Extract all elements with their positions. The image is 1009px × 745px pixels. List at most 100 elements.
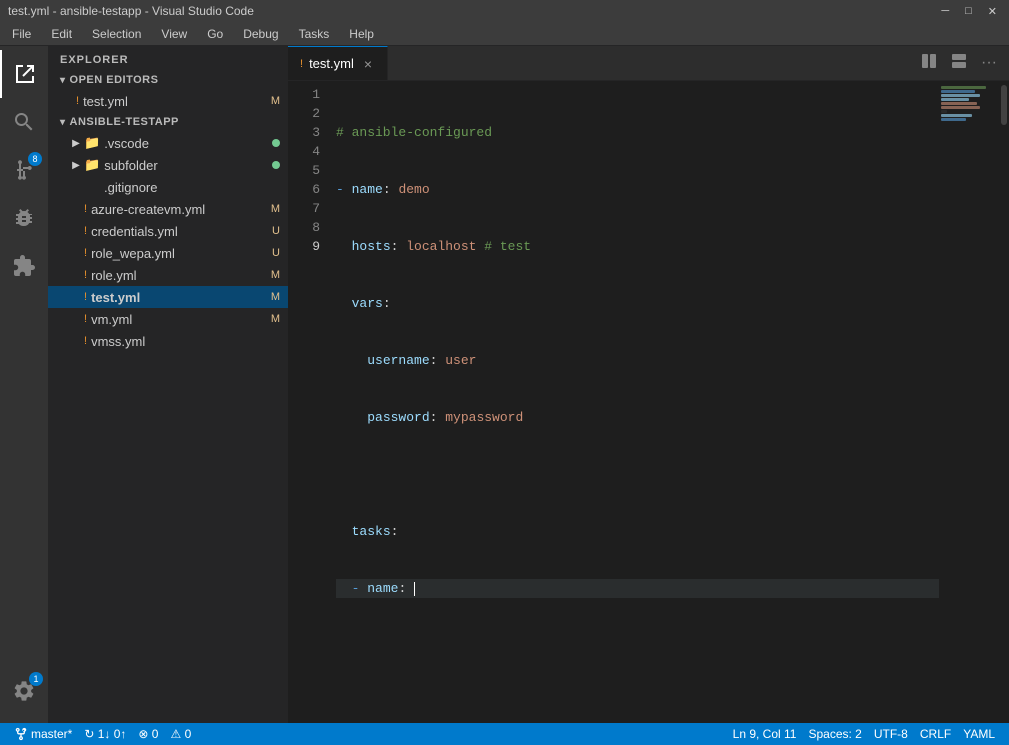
test-yaml-icon: ! xyxy=(84,291,87,303)
gitignore-name: .gitignore xyxy=(104,180,272,195)
azure-yaml-icon: ! xyxy=(84,203,87,215)
debug-activity-icon[interactable] xyxy=(0,194,48,242)
spaces-label: Spaces: 2 xyxy=(808,727,861,741)
source-control-badge: 8 xyxy=(28,152,42,166)
title-bar-title: test.yml - ansible-testapp - Visual Stud… xyxy=(8,4,254,18)
line-ending-status[interactable]: CRLF xyxy=(914,727,957,741)
status-bar: master* ↻ 1↓ 0↑ ⊗ 0 ⚠ 0 Ln 9, Col 11 Spa… xyxy=(0,723,1009,745)
sidebar: Explorer ▾ Open Editors ! test.yml M ▾ A… xyxy=(48,46,288,723)
scrollbar-thumb[interactable] xyxy=(1001,85,1007,125)
editor-layout-button[interactable] xyxy=(947,49,971,78)
extensions-activity-icon[interactable] xyxy=(0,242,48,290)
menu-help[interactable]: Help xyxy=(341,25,382,43)
settings-activity-icon[interactable]: 1 xyxy=(0,667,48,715)
project-label: Ansible-Testapp xyxy=(70,116,179,128)
vmss-file-name: vmss.yml xyxy=(91,334,274,349)
open-editors-section: ▾ Open Editors ! test.yml M xyxy=(48,70,288,112)
line-ending-label: CRLF xyxy=(920,727,951,741)
subfolder-name: subfolder xyxy=(104,158,272,173)
open-editors-title[interactable]: ▾ Open Editors xyxy=(48,70,288,90)
menu-go[interactable]: Go xyxy=(199,25,231,43)
scrollbar[interactable] xyxy=(999,81,1009,723)
spaces-status[interactable]: Spaces: 2 xyxy=(802,727,867,741)
editor[interactable]: 1 2 3 4 5 6 7 8 9 # ansible-configured -… xyxy=(288,81,1009,723)
credentials-yaml-icon: ! xyxy=(84,225,87,237)
tab-bar: ! test.yml × ··· xyxy=(288,46,1009,81)
branch-status[interactable]: master* xyxy=(8,723,78,745)
encoding-status[interactable]: UTF-8 xyxy=(868,727,914,741)
tab-filename: test.yml xyxy=(309,56,354,71)
ln-col-label: Ln 9, Col 11 xyxy=(733,727,797,741)
folder-icon: 📁 xyxy=(84,135,100,151)
code-line-8: tasks: xyxy=(336,522,939,541)
language-label: YAML xyxy=(963,727,995,741)
project-title[interactable]: ▾ Ansible-Testapp xyxy=(48,112,288,132)
mini-line-6 xyxy=(941,106,980,109)
menu-view[interactable]: View xyxy=(153,25,195,43)
project-section: ▾ Ansible-Testapp ▶ 📁 .vscode ▶ 📁 subfol… xyxy=(48,112,288,352)
mini-line-8 xyxy=(941,114,972,117)
ln-col-status[interactable]: Ln 9, Col 11 xyxy=(727,727,803,741)
mini-line-3 xyxy=(941,94,980,97)
code-line-7 xyxy=(336,465,939,484)
code-line-2: - name: demo xyxy=(336,180,939,199)
split-editor-button[interactable] xyxy=(917,49,941,78)
sync-status[interactable]: ↻ 1↓ 0↑ xyxy=(78,723,132,745)
role-file-name: role.yml xyxy=(91,268,271,283)
editor-area: ! test.yml × ··· 1 2 3 4 5 xyxy=(288,46,1009,723)
vm-badge: M xyxy=(271,313,280,325)
test-file[interactable]: ! test.yml M xyxy=(48,286,288,308)
code-line-5: username: user xyxy=(336,351,939,370)
menu-tasks[interactable]: Tasks xyxy=(291,25,338,43)
menu-bar: File Edit Selection View Go Debug Tasks … xyxy=(0,22,1009,46)
maximize-button[interactable]: □ xyxy=(961,5,976,18)
role-file[interactable]: ! role.yml M xyxy=(48,264,288,286)
mini-line-5 xyxy=(941,102,977,105)
vmss-file[interactable]: ! vmss.yml _ xyxy=(48,330,288,352)
menu-edit[interactable]: Edit xyxy=(43,25,80,43)
code-line-3: hosts: localhost # test xyxy=(336,237,939,256)
tab-test-yml[interactable]: ! test.yml × xyxy=(288,46,388,80)
open-editors-arrow: ▾ xyxy=(60,75,66,86)
status-right: Ln 9, Col 11 Spaces: 2 UTF-8 CRLF YAML xyxy=(727,727,1001,741)
gitignore-file[interactable]: .gitignore xyxy=(48,176,288,198)
more-actions-button[interactable]: ··· xyxy=(977,50,1001,76)
project-arrow: ▾ xyxy=(60,117,66,128)
yaml-file-icon: ! xyxy=(76,95,79,107)
vscode-folder[interactable]: ▶ 📁 .vscode xyxy=(48,132,288,154)
code-line-6: password: mypassword xyxy=(336,408,939,427)
search-activity-icon[interactable] xyxy=(0,98,48,146)
tab-close-button[interactable]: × xyxy=(364,56,372,72)
vscode-dot xyxy=(272,139,280,147)
sync-label: ↻ 1↓ 0↑ xyxy=(84,727,126,741)
errors-status[interactable]: ⊗ 0 xyxy=(132,723,164,745)
vm-file-name: vm.yml xyxy=(91,312,271,327)
explorer-activity-icon[interactable] xyxy=(0,50,48,98)
role-wepa-yaml-icon: ! xyxy=(84,247,87,259)
source-control-activity-icon[interactable]: 8 xyxy=(0,146,48,194)
role-wepa-file[interactable]: ! role_wepa.yml U xyxy=(48,242,288,264)
subfolder-folder[interactable]: ▶ 📁 subfolder xyxy=(48,154,288,176)
mini-line-7 xyxy=(941,110,947,113)
warnings-status[interactable]: ⚠ 0 xyxy=(164,723,197,745)
vm-file[interactable]: ! vm.yml M xyxy=(48,308,288,330)
branch-name: master* xyxy=(31,727,72,741)
subfolder-arrow: ▶ xyxy=(68,160,84,171)
code-area[interactable]: # ansible-configured - name: demo hosts:… xyxy=(328,81,939,723)
mini-line-4 xyxy=(941,98,969,101)
credentials-file[interactable]: ! credentials.yml U xyxy=(48,220,288,242)
menu-debug[interactable]: Debug xyxy=(235,25,286,43)
menu-selection[interactable]: Selection xyxy=(84,25,149,43)
code-line-4: vars: xyxy=(336,294,939,313)
encoding-label: UTF-8 xyxy=(874,727,908,741)
activity-bottom: 1 xyxy=(0,667,48,723)
close-button[interactable]: ✕ xyxy=(984,5,1001,18)
minimize-button[interactable]: ─ xyxy=(937,5,953,18)
tab-actions: ··· xyxy=(917,46,1009,80)
open-editor-test-yml[interactable]: ! test.yml M xyxy=(48,90,288,112)
language-status[interactable]: YAML xyxy=(957,727,1001,741)
subfolder-dot xyxy=(272,161,280,169)
menu-file[interactable]: File xyxy=(4,25,39,43)
azure-file[interactable]: ! azure-createvm.yml M xyxy=(48,198,288,220)
code-line-9: - name: xyxy=(336,579,939,598)
